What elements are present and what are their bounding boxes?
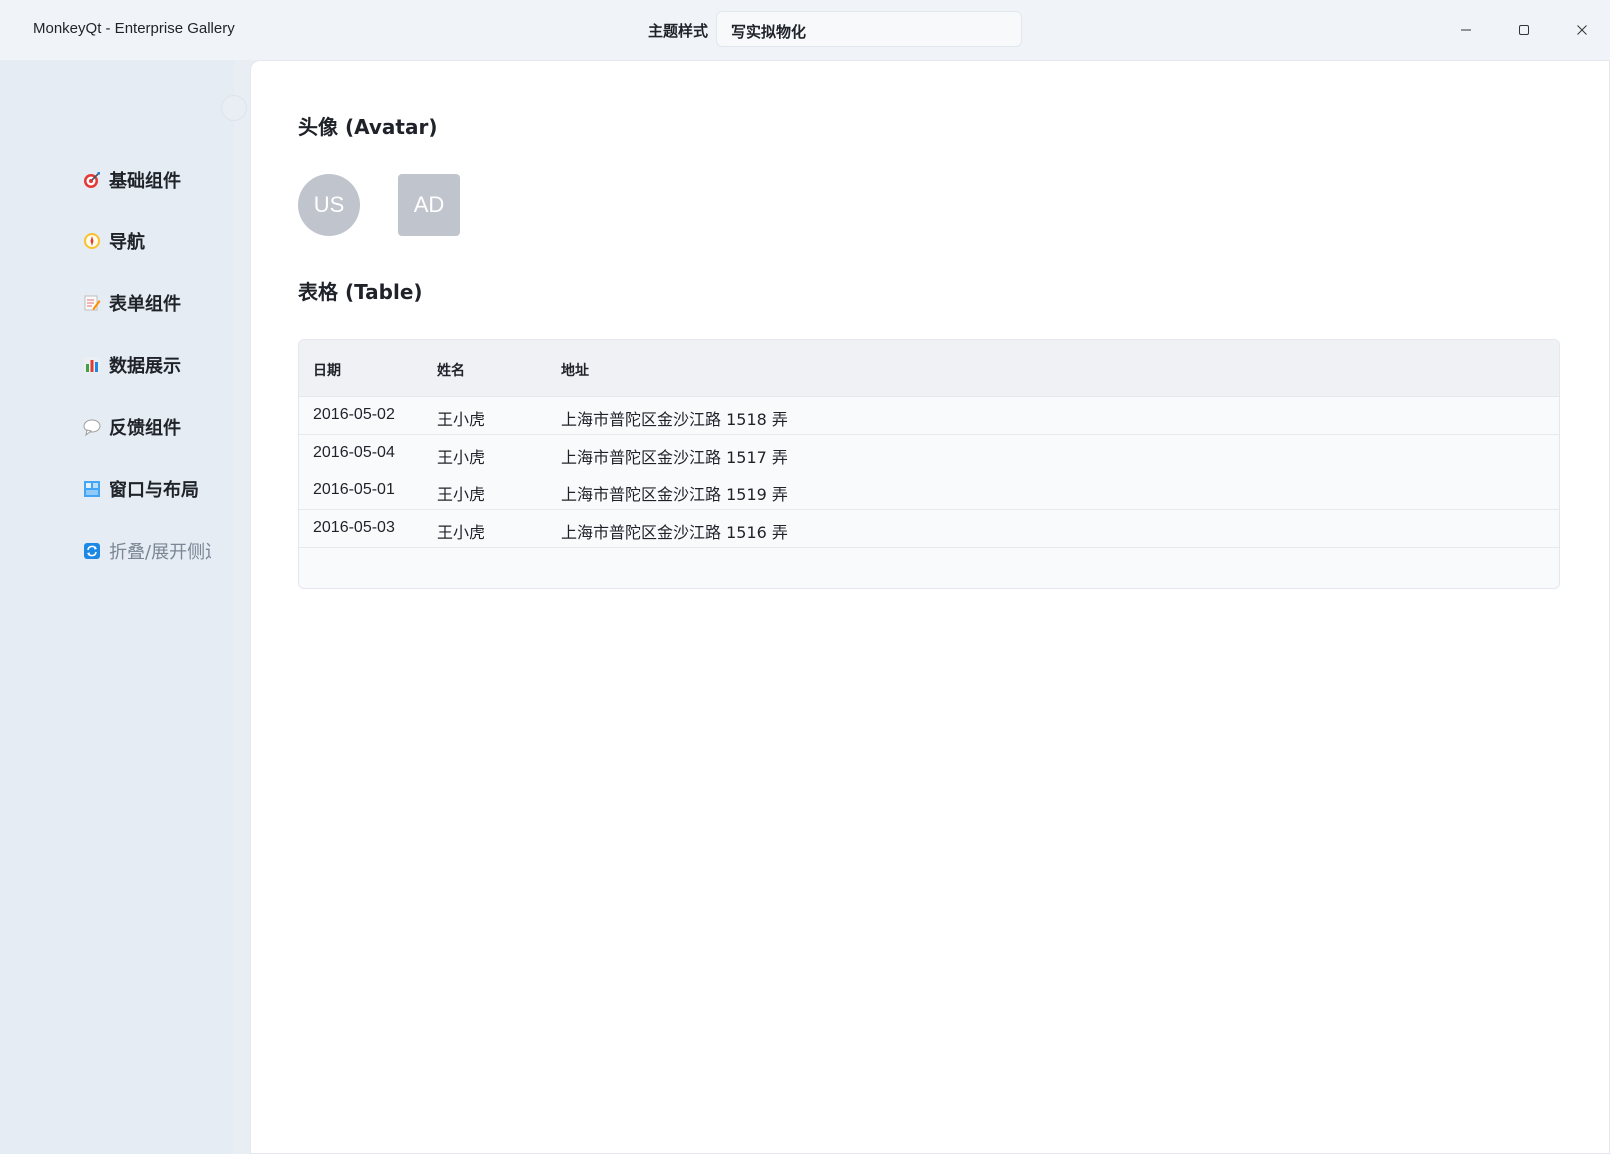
sidebar-item-navigation[interactable]: 导航 — [83, 227, 145, 255]
maximize-button[interactable] — [1509, 15, 1539, 45]
close-icon — [1577, 25, 1587, 35]
cell-address: 上海市普陀区金沙江路 1519 弄 — [561, 485, 788, 504]
cell-date: 2016-05-04 — [313, 444, 395, 461]
speech-bubble-icon — [83, 418, 101, 437]
table-row[interactable]: 2016-05-02 王小虎 上海市普陀区金沙江路 1518 弄 — [299, 397, 1559, 435]
title-bar: MonkeyQt - Enterprise Gallery 主题样式 写实拟物化 — [0, 0, 1610, 60]
avatar-circle: US — [298, 174, 360, 236]
table-row[interactable]: 2016-05-01 王小虎 上海市普陀区金沙江路 1519 弄 — [299, 472, 1559, 510]
avatar-square: AD — [398, 174, 460, 236]
memo-icon — [83, 294, 101, 312]
sidebar — [0, 60, 234, 1154]
target-icon — [83, 171, 101, 189]
sidebar-item-label: 反馈组件 — [109, 418, 181, 439]
table-row[interactable]: 2016-05-03 王小虎 上海市普陀区金沙江路 1516 弄 — [299, 510, 1559, 548]
sidebar-item-window-layout[interactable]: 窗口与布局 — [83, 475, 199, 503]
minimize-icon — [1461, 29, 1471, 31]
sidebar-item-label: 数据展示 — [109, 356, 181, 377]
table-header: 日期 姓名 地址 — [299, 340, 1559, 397]
theme-style-select[interactable]: 写实拟物化 — [716, 11, 1022, 47]
cell-name: 王小虎 — [437, 410, 486, 429]
table-section-title: 表格 (Table) — [298, 280, 423, 304]
minimize-button[interactable] — [1451, 15, 1481, 45]
avatar-section-title: 头像 (Avatar) — [298, 115, 438, 139]
maximize-icon — [1519, 25, 1529, 35]
column-header-name[interactable]: 姓名 — [437, 360, 465, 380]
sidebar-item-label: 基础组件 — [109, 171, 181, 192]
sidebar-collapse-label: 折叠/展开侧边栏 — [109, 542, 211, 563]
sidebar-item-label: 窗口与布局 — [109, 480, 199, 501]
cell-date: 2016-05-02 — [313, 406, 395, 423]
compass-icon — [83, 232, 101, 250]
window-title: MonkeyQt - Enterprise Gallery — [33, 20, 235, 37]
sidebar-toggle-handle[interactable] — [221, 95, 247, 121]
close-button[interactable] — [1567, 15, 1597, 45]
sidebar-item-data-display[interactable]: 数据展示 — [83, 351, 181, 379]
cell-name: 王小虎 — [437, 485, 486, 504]
cell-address: 上海市普陀区金沙江路 1516 弄 — [561, 523, 788, 542]
column-header-date[interactable]: 日期 — [313, 360, 341, 380]
sidebar-item-label: 表单组件 — [109, 294, 181, 315]
window-icon — [83, 480, 101, 498]
sidebar-item-basic-components[interactable]: 基础组件 — [83, 166, 181, 194]
cell-name: 王小虎 — [437, 448, 486, 467]
column-header-address[interactable]: 地址 — [561, 360, 589, 380]
cell-address: 上海市普陀区金沙江路 1517 弄 — [561, 448, 788, 467]
sidebar-item-feedback-components[interactable]: 反馈组件 — [83, 413, 181, 441]
cell-name: 王小虎 — [437, 523, 486, 542]
sidebar-divider — [234, 60, 250, 1154]
data-table: 日期 姓名 地址 2016-05-02 王小虎 上海市普陀区金沙江路 1518 … — [298, 339, 1560, 589]
table-row[interactable]: 2016-05-04 王小虎 上海市普陀区金沙江路 1517 弄 — [299, 435, 1559, 473]
bar-chart-icon — [83, 356, 101, 374]
cell-date: 2016-05-03 — [313, 519, 395, 536]
sidebar-collapse-toggle[interactable]: 折叠/展开侧边栏 — [83, 537, 211, 565]
sidebar-item-label: 导航 — [109, 232, 145, 253]
sidebar-item-form-components[interactable]: 表单组件 — [83, 289, 181, 317]
cell-date: 2016-05-01 — [313, 481, 395, 498]
theme-style-label: 主题样式 — [648, 22, 709, 40]
cell-address: 上海市普陀区金沙江路 1518 弄 — [561, 410, 788, 429]
refresh-icon — [83, 542, 101, 560]
